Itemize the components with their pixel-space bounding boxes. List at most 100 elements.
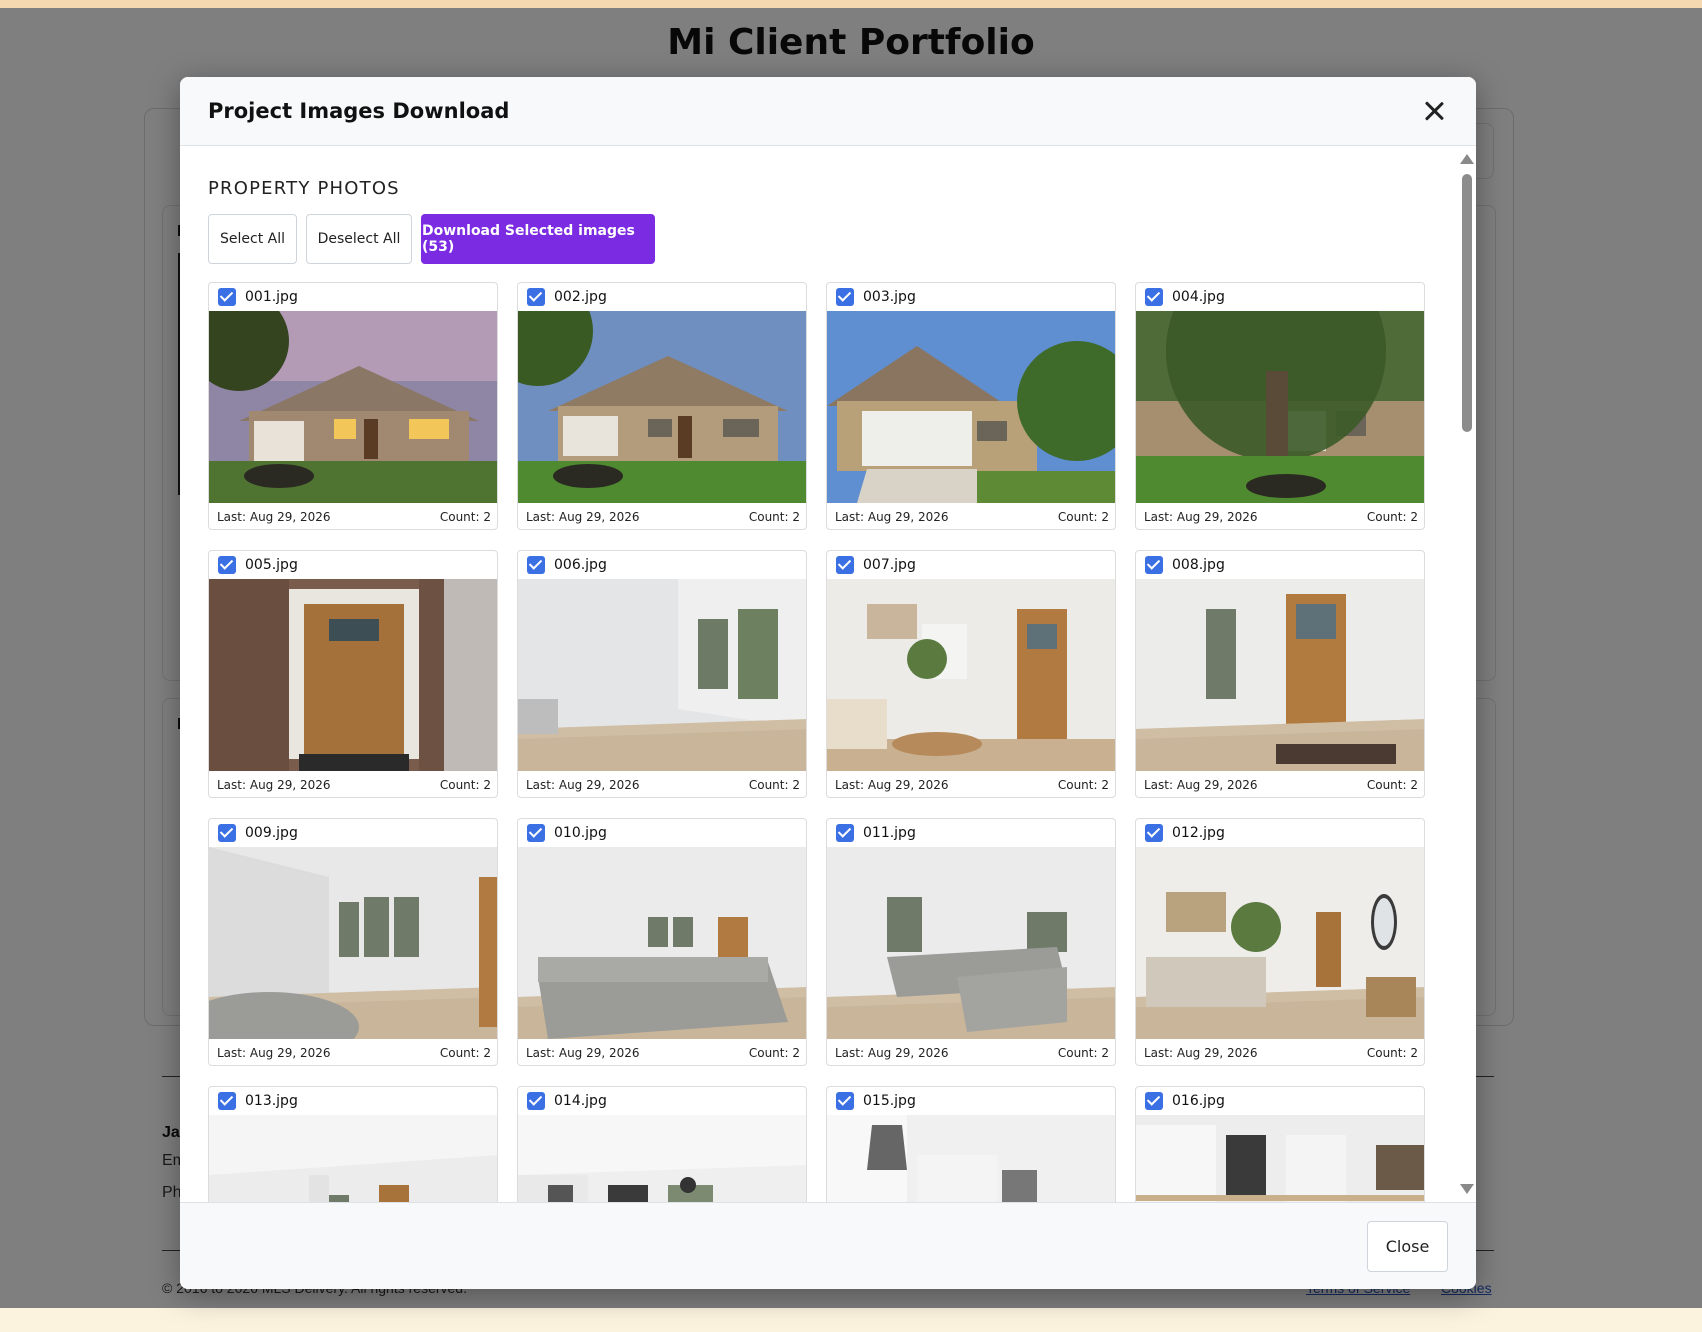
image-card: 001.jpg Last: Aug 29, 2026 Count: 2 bbox=[208, 282, 498, 530]
last-downloaded-text: Last: Aug 29, 2026 bbox=[1144, 778, 1258, 792]
image-filename: 006.jpg bbox=[554, 557, 607, 573]
download-count-text: Count: 2 bbox=[439, 510, 491, 524]
download-count-text: Count: 2 bbox=[1057, 1046, 1109, 1060]
last-downloaded-text: Last: Aug 29, 2026 bbox=[1144, 1046, 1258, 1060]
image-card-header: 009.jpg bbox=[209, 819, 497, 847]
image-card-footer: Last: Aug 29, 2026 Count: 2 bbox=[1136, 1039, 1424, 1065]
image-card-header: 005.jpg bbox=[209, 551, 497, 579]
scrollbar-thumb[interactable] bbox=[1462, 174, 1472, 432]
last-downloaded-text: Last: Aug 29, 2026 bbox=[1144, 510, 1258, 524]
last-downloaded-text: Last: Aug 29, 2026 bbox=[835, 510, 949, 524]
modal-title: Project Images Download bbox=[208, 99, 510, 123]
image-checkbox[interactable] bbox=[1145, 1092, 1163, 1110]
image-card-header: 016.jpg bbox=[1136, 1087, 1424, 1115]
last-downloaded-text: Last: Aug 29, 2026 bbox=[835, 1046, 949, 1060]
download-count-text: Count: 2 bbox=[748, 778, 800, 792]
image-checkbox[interactable] bbox=[1145, 824, 1163, 842]
image-checkbox[interactable] bbox=[1145, 556, 1163, 574]
image-checkbox[interactable] bbox=[527, 824, 545, 842]
download-count-text: Count: 2 bbox=[1366, 1046, 1418, 1060]
image-card-header: 003.jpg bbox=[827, 283, 1115, 311]
download-count-text: Count: 2 bbox=[439, 1046, 491, 1060]
top-band bbox=[0, 0, 1702, 8]
image-checkbox[interactable] bbox=[836, 556, 854, 574]
download-count-text: Count: 2 bbox=[1366, 510, 1418, 524]
image-card-footer: Last: Aug 29, 2026 Count: 2 bbox=[1136, 771, 1424, 797]
image-thumbnail[interactable] bbox=[518, 1115, 806, 1202]
image-checkbox[interactable] bbox=[218, 288, 236, 306]
image-card: 004.jpg Last: Aug 29, 2026 Count: 2 bbox=[1135, 282, 1425, 530]
image-card: 015.jpgLast: Aug 29, 2026Count: 2 bbox=[826, 1086, 1116, 1202]
image-card-footer: Last: Aug 29, 2026 Count: 2 bbox=[1136, 503, 1424, 529]
image-checkbox[interactable] bbox=[527, 556, 545, 574]
image-checkbox[interactable] bbox=[218, 556, 236, 574]
image-filename: 013.jpg bbox=[245, 1093, 298, 1109]
close-button[interactable]: Close bbox=[1367, 1221, 1448, 1272]
last-downloaded-text: Last: Aug 29, 2026 bbox=[526, 778, 640, 792]
select-all-button[interactable]: Select All bbox=[208, 214, 297, 264]
image-thumbnail[interactable] bbox=[827, 579, 1115, 771]
deselect-all-button[interactable]: Deselect All bbox=[306, 214, 412, 264]
image-thumbnail[interactable] bbox=[1136, 579, 1424, 771]
image-checkbox[interactable] bbox=[1145, 288, 1163, 306]
image-thumbnail[interactable] bbox=[518, 311, 806, 503]
image-card: 003.jpg Last: Aug 29, 2026 Count: 2 bbox=[826, 282, 1116, 530]
image-thumbnail[interactable] bbox=[1136, 1115, 1424, 1202]
image-checkbox[interactable] bbox=[527, 288, 545, 306]
image-card-header: 015.jpg bbox=[827, 1087, 1115, 1115]
image-checkbox[interactable] bbox=[527, 1092, 545, 1110]
download-count-text: Count: 2 bbox=[1057, 510, 1109, 524]
image-checkbox[interactable] bbox=[836, 288, 854, 306]
image-thumbnail[interactable] bbox=[827, 1115, 1115, 1202]
image-card: 007.jpg Last: Aug 29, 2026 Count: 2 bbox=[826, 550, 1116, 798]
image-card-header: 014.jpg bbox=[518, 1087, 806, 1115]
image-card-footer: Last: Aug 29, 2026 Count: 2 bbox=[827, 1039, 1115, 1065]
modal-header: Project Images Download bbox=[180, 77, 1476, 146]
image-card-footer: Last: Aug 29, 2026 Count: 2 bbox=[209, 771, 497, 797]
image-checkbox[interactable] bbox=[218, 1092, 236, 1110]
image-card-header: 004.jpg bbox=[1136, 283, 1424, 311]
image-filename: 014.jpg bbox=[554, 1093, 607, 1109]
image-thumbnail[interactable] bbox=[518, 579, 806, 771]
image-thumbnail[interactable] bbox=[1136, 847, 1424, 1039]
image-thumbnail[interactable] bbox=[209, 1115, 497, 1202]
image-thumbnail[interactable] bbox=[1136, 311, 1424, 503]
image-thumbnail[interactable] bbox=[518, 847, 806, 1039]
image-filename: 008.jpg bbox=[1172, 557, 1225, 573]
image-card: 010.jpg Last: Aug 29, 2026 Count: 2 bbox=[517, 818, 807, 1066]
image-filename: 012.jpg bbox=[1172, 825, 1225, 841]
image-checkbox[interactable] bbox=[836, 1092, 854, 1110]
image-checkbox[interactable] bbox=[218, 824, 236, 842]
download-count-text: Count: 2 bbox=[439, 778, 491, 792]
download-selected-button[interactable]: Download Selected images (53) bbox=[421, 214, 655, 264]
download-count-text: Count: 2 bbox=[1057, 778, 1109, 792]
image-card-footer: Last: Aug 29, 2026 Count: 2 bbox=[827, 771, 1115, 797]
image-filename: 001.jpg bbox=[245, 289, 298, 305]
close-icon[interactable] bbox=[1420, 97, 1448, 125]
modal-footer: Close bbox=[180, 1202, 1476, 1289]
bottom-band bbox=[0, 1308, 1702, 1332]
image-thumbnail[interactable] bbox=[209, 847, 497, 1039]
image-card-header: 006.jpg bbox=[518, 551, 806, 579]
image-thumbnail[interactable] bbox=[209, 311, 497, 503]
image-card-footer: Last: Aug 29, 2026 Count: 2 bbox=[518, 771, 806, 797]
image-thumbnail[interactable] bbox=[827, 847, 1115, 1039]
image-card-header: 008.jpg bbox=[1136, 551, 1424, 579]
image-checkbox[interactable] bbox=[836, 824, 854, 842]
scrollbar[interactable] bbox=[1460, 146, 1474, 1202]
image-card-footer: Last: Aug 29, 2026 Count: 2 bbox=[209, 503, 497, 529]
image-thumbnail[interactable] bbox=[827, 311, 1115, 503]
scroll-up-arrow-icon[interactable] bbox=[1460, 154, 1474, 164]
image-card-header: 002.jpg bbox=[518, 283, 806, 311]
image-card-header: 010.jpg bbox=[518, 819, 806, 847]
modal-body: PROPERTY PHOTOS Select All Deselect All … bbox=[180, 146, 1476, 1202]
image-card-header: 011.jpg bbox=[827, 819, 1115, 847]
image-filename: 009.jpg bbox=[245, 825, 298, 841]
image-card-header: 001.jpg bbox=[209, 283, 497, 311]
scroll-down-arrow-icon[interactable] bbox=[1460, 1184, 1474, 1194]
image-card: 014.jpgLast: Aug 29, 2026Count: 2 bbox=[517, 1086, 807, 1202]
image-card-header: 013.jpg bbox=[209, 1087, 497, 1115]
image-card: 016.jpgLast: Aug 29, 2026Count: 2 bbox=[1135, 1086, 1425, 1202]
image-card: 012.jpg Last: Aug 29, 2026 Count: 2 bbox=[1135, 818, 1425, 1066]
image-thumbnail[interactable] bbox=[209, 579, 497, 771]
